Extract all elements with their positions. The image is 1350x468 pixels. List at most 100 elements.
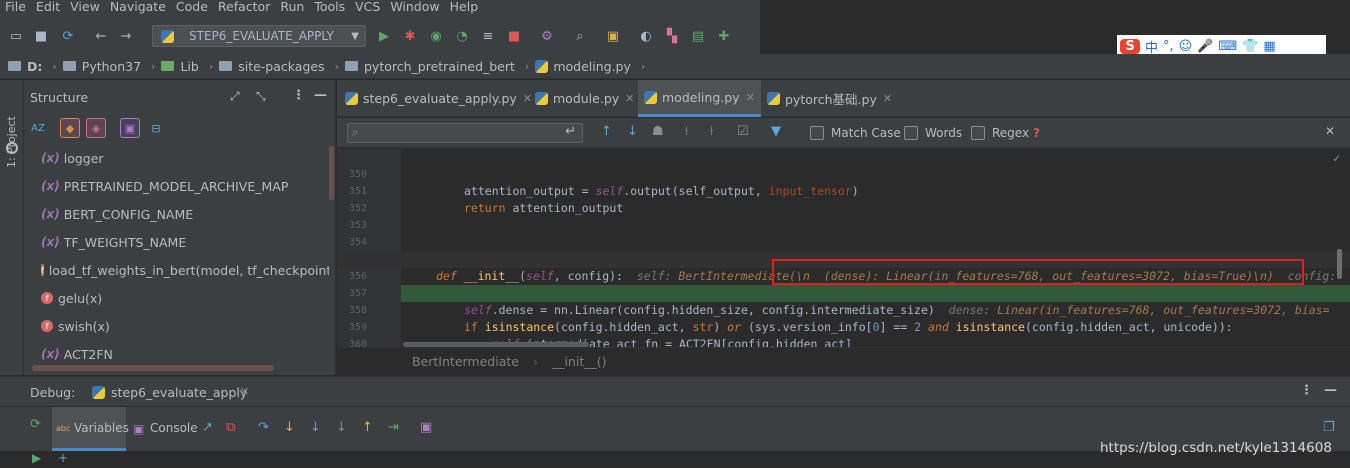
- show-tags-icon[interactable]: ◈: [86, 118, 106, 138]
- list-item[interactable]: (x) logger: [24, 144, 329, 172]
- list-item[interactable]: (x) ACT2FN: [24, 340, 329, 368]
- restore-layout-icon[interactable]: ↗: [202, 420, 213, 435]
- menu-help[interactable]: Help: [445, 0, 484, 14]
- breadcrumb-drive[interactable]: D:: [8, 59, 42, 74]
- force-step-into-icon[interactable]: ↓: [336, 420, 347, 435]
- close-icon[interactable]: ✕: [1325, 124, 1335, 138]
- ime-keyboard-icon[interactable]: ⌨: [1218, 39, 1237, 54]
- stop-icon[interactable]: ■: [506, 28, 522, 44]
- structure-tool-icon[interactable]: [6, 142, 18, 154]
- run-icon[interactable]: ▶: [376, 28, 392, 44]
- run-concurrency-icon[interactable]: ≡: [480, 28, 496, 44]
- breadcrumb-site-packages[interactable]: site-packages: [219, 59, 325, 74]
- settings-gear-icon[interactable]: ⚙: [539, 28, 555, 44]
- search-icon[interactable]: ⌕: [572, 28, 588, 44]
- run-config-select[interactable]: STEP6_EVALUATE_APPLY ▼: [152, 25, 366, 47]
- close-icon[interactable]: ✕: [625, 92, 634, 105]
- search-input[interactable]: ⌕ ↵: [347, 123, 583, 143]
- regex-checkbox[interactable]: [971, 126, 985, 140]
- forward-arrow-icon[interactable]: →: [118, 28, 134, 44]
- ime-punct-icon[interactable]: °,: [1163, 39, 1174, 54]
- resume-icon[interactable]: ▶: [32, 451, 41, 465]
- step-out-icon[interactable]: ↑: [362, 420, 373, 435]
- step-into-my-code-icon[interactable]: ↓: [310, 420, 321, 435]
- expand-icon[interactable]: ⤢: [230, 89, 240, 104]
- close-icon[interactable]: ✕: [240, 385, 249, 398]
- layout-icon[interactable]: ▚: [664, 28, 680, 44]
- breadcrumb-file[interactable]: modeling.py: [535, 59, 631, 74]
- ime-voice-icon[interactable]: 🎤: [1197, 39, 1213, 54]
- menu-file[interactable]: File: [0, 0, 31, 14]
- ime-menu-icon[interactable]: ▦: [1263, 39, 1275, 54]
- show-inherited-icon[interactable]: ▣: [120, 118, 140, 138]
- show-fields-icon[interactable]: ◆: [60, 118, 80, 138]
- minimize-icon[interactable]: —: [1324, 383, 1337, 398]
- sogou-logo-icon[interactable]: S: [1120, 38, 1140, 54]
- list-item[interactable]: f swish(x): [24, 312, 329, 340]
- newline-icon[interactable]: ↵: [565, 124, 576, 139]
- minimize-icon[interactable]: —: [314, 88, 327, 103]
- structure-tool-icon[interactable]: ◐: [638, 28, 654, 44]
- tab-variables[interactable]: abc Variables: [52, 407, 129, 451]
- list-item[interactable]: f load_tf_weights_in_bert(model, tf_check…: [24, 256, 329, 284]
- tab-pytorch-basics[interactable]: pytorch基础.py ✕: [761, 80, 898, 117]
- run-to-cursor-icon[interactable]: ⇥: [388, 420, 399, 435]
- ime-emoji-icon[interactable]: ☺: [1179, 39, 1193, 54]
- coverage-icon[interactable]: ◉: [428, 28, 444, 44]
- debug-icon[interactable]: ✱: [402, 28, 418, 44]
- code-editor[interactable]: 350 attention_output = self.output(self_…: [337, 149, 1350, 347]
- plugin-icon[interactable]: ✚: [716, 28, 732, 44]
- menu-tools[interactable]: Tools: [309, 0, 350, 14]
- menu-run[interactable]: Run: [275, 0, 309, 14]
- find-all-icon[interactable]: ☗: [652, 124, 664, 139]
- collapse-icon[interactable]: ⤡: [256, 89, 266, 104]
- close-icon[interactable]: ✕: [746, 91, 755, 104]
- list-item[interactable]: (x) PRETRAINED_MODEL_ARCHIVE_MAP: [24, 172, 329, 200]
- list-item[interactable]: (x) BERT_CONFIG_NAME: [24, 200, 329, 228]
- regex-help-link[interactable]: ?: [1033, 126, 1040, 140]
- breadcrumb-class[interactable]: BertIntermediate: [412, 354, 519, 369]
- autoscroll-icon[interactable]: ⊟: [146, 118, 166, 138]
- copy-icon[interactable]: ❐: [1323, 420, 1335, 435]
- breadcrumb-package[interactable]: pytorch_pretrained_bert: [345, 59, 515, 74]
- select-all-icon[interactable]: ☑: [737, 124, 749, 139]
- back-arrow-icon[interactable]: ←: [93, 28, 109, 44]
- tab-step6-evaluate-apply[interactable]: step6_evaluate_apply.py ✕: [339, 80, 538, 117]
- add-watch-icon[interactable]: +: [58, 451, 68, 465]
- step-over-icon[interactable]: ↷: [258, 420, 269, 435]
- next-occurrence-icon[interactable]: ↓: [627, 124, 638, 139]
- menu-refactor[interactable]: Refactor: [213, 0, 275, 14]
- menu-code[interactable]: Code: [171, 0, 213, 14]
- debug-session-tab[interactable]: step6_evaluate_apply: [111, 385, 247, 400]
- add-occurrence-icon[interactable]: ⟊: [685, 124, 688, 139]
- show-execution-point-icon[interactable]: ⧉: [226, 420, 235, 435]
- profile-icon[interactable]: ◔: [454, 28, 470, 44]
- remove-occurrence-icon[interactable]: ⟊: [710, 124, 713, 139]
- words-checkbox[interactable]: [904, 126, 918, 140]
- menu-navigate[interactable]: Navigate: [105, 0, 171, 14]
- match-case-checkbox[interactable]: [810, 126, 824, 140]
- tab-modeling[interactable]: modeling.py ✕: [638, 80, 761, 117]
- menu-window[interactable]: Window: [385, 0, 444, 14]
- previous-occurrence-icon[interactable]: ↑: [601, 124, 612, 139]
- ime-chinese-icon[interactable]: 中: [1145, 37, 1158, 56]
- vertical-scrollbar[interactable]: [329, 146, 334, 200]
- sdk-icon[interactable]: ▣: [605, 28, 621, 44]
- list-item[interactable]: f gelu(x): [24, 284, 329, 312]
- step-into-icon[interactable]: ↓: [284, 420, 295, 435]
- breadcrumb-python37[interactable]: Python37: [62, 59, 141, 74]
- more-options-icon[interactable]: ⋮: [1300, 383, 1313, 398]
- filter-icon[interactable]: ▼: [771, 124, 781, 139]
- evaluate-expression-icon[interactable]: ▣: [420, 420, 432, 435]
- tab-module[interactable]: module.py ✕: [529, 80, 640, 117]
- save-icon[interactable]: ■: [33, 28, 49, 44]
- menu-view[interactable]: View: [65, 0, 105, 14]
- rerun-icon[interactable]: ⟳: [30, 417, 41, 432]
- list-item[interactable]: (x) TF_WEIGHTS_NAME: [24, 228, 329, 256]
- close-icon[interactable]: ✕: [883, 92, 892, 105]
- tab-console[interactable]: Console: [150, 421, 198, 435]
- horizontal-scrollbar[interactable]: [32, 365, 274, 371]
- open-folder-icon[interactable]: ▭: [8, 28, 24, 44]
- ime-skin-icon[interactable]: 👕: [1242, 39, 1258, 54]
- menu-vcs[interactable]: VCS: [350, 0, 385, 14]
